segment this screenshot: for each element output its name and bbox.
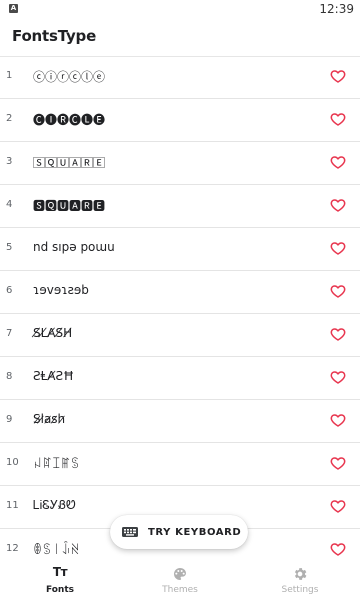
row-number: 1 xyxy=(6,70,13,81)
row-number: 6 xyxy=(6,285,13,296)
nav-settings[interactable]: Settings xyxy=(240,560,360,600)
app-bar: FontsType xyxy=(0,22,360,57)
font-sample: ꈤꍏꀤꂵꌗ xyxy=(33,457,80,471)
font-sample: 🅂🅀🅄🄰🅁🄴 xyxy=(33,156,106,170)
nav-settings-label: Settings xyxy=(281,585,319,595)
nav-fonts[interactable]: Tт Fonts xyxy=(0,560,120,600)
heart-icon[interactable] xyxy=(330,541,346,557)
row-number: 2 xyxy=(6,113,13,124)
font-sample: ꂦꌗ꒐ꀭꋊ xyxy=(33,543,80,557)
row-number: 3 xyxy=(6,156,13,167)
font-row[interactable]: 2 🅒🅘🅡🅒🅛🅔 xyxy=(0,99,360,142)
notification-icon: A xyxy=(9,4,18,13)
heart-icon[interactable] xyxy=(330,111,346,127)
font-row[interactable]: 10 ꈤꍏꀤꂵꌗ xyxy=(0,443,360,486)
font-list[interactable]: 1 ⓒⓘⓡⓒⓛⓔ 2 🅒🅘🅡🅒🅛🅔 3 🅂🅀🅄🄰🅁🄴 4 🆂🆀🆄🅰🆁🅴 5 nd… xyxy=(0,56,360,560)
row-number: 4 xyxy=(6,199,13,210)
heart-icon[interactable] xyxy=(330,412,346,428)
row-number: 7 xyxy=(6,328,13,339)
page-title: FontsType xyxy=(12,27,97,45)
heart-icon[interactable] xyxy=(330,68,346,84)
font-row[interactable]: 7 S̸L̸A̸S̸H̸ xyxy=(0,314,360,357)
font-sample: S̷l̷a̷s̷h̷ xyxy=(33,412,66,426)
font-row[interactable]: 3 🅂🅀🅄🄰🅁🄴 xyxy=(0,142,360,185)
nav-themes-label: Themes xyxy=(162,585,198,595)
status-bar: A 12:39 xyxy=(0,0,360,22)
font-sample: S̸L̸A̸S̸H̸ xyxy=(33,326,73,340)
font-sample: ɿɘvɘɿƨɘb xyxy=(33,283,89,297)
font-row[interactable]: 4 🆂🆀🆄🅰🆁🅴 xyxy=(0,185,360,228)
heart-icon[interactable] xyxy=(330,240,346,256)
heart-icon[interactable] xyxy=(330,369,346,385)
heart-icon[interactable] xyxy=(330,197,346,213)
font-row[interactable]: 9 S̷l̷a̷s̷h̷ xyxy=(0,400,360,443)
font-sample: nd sıpə poɯu xyxy=(33,240,115,254)
font-sample: 🆂🆀🆄🅰🆁🅴 xyxy=(33,199,106,213)
row-number: 10 xyxy=(6,457,19,468)
font-sample: ᏞᎥᏋᎩᏰᏬ xyxy=(33,498,76,512)
heart-icon[interactable] xyxy=(330,498,346,514)
heart-icon[interactable] xyxy=(330,455,346,471)
keyboard-icon xyxy=(122,527,138,537)
row-number: 12 xyxy=(6,543,19,554)
gear-icon xyxy=(292,566,308,582)
row-number: 11 xyxy=(6,500,19,511)
nav-fonts-label: Fonts xyxy=(45,585,75,595)
row-number: 8 xyxy=(6,371,13,382)
font-row[interactable]: 5 nd sıpə poɯu xyxy=(0,228,360,271)
font-sample: ⓒⓘⓡⓒⓛⓔ xyxy=(33,70,106,84)
font-row[interactable]: 1 ⓒⓘⓡⓒⓛⓔ xyxy=(0,56,360,99)
heart-icon[interactable] xyxy=(330,326,346,342)
font-row[interactable]: 8 ƧⱠȺƧĦ xyxy=(0,357,360,400)
try-keyboard-button[interactable]: TRY KEYBOARD xyxy=(110,515,248,549)
palette-icon xyxy=(172,566,188,582)
text-format-icon: Tт xyxy=(52,565,68,579)
row-number: 9 xyxy=(6,414,13,425)
font-sample: ƧⱠȺƧĦ xyxy=(33,369,75,383)
row-number: 5 xyxy=(6,242,13,253)
heart-icon[interactable] xyxy=(330,154,346,170)
font-row[interactable]: 6 ɿɘvɘɿƨɘb xyxy=(0,271,360,314)
status-time: 12:39 xyxy=(319,2,354,16)
font-sample: 🅒🅘🅡🅒🅛🅔 xyxy=(33,113,106,127)
heart-icon[interactable] xyxy=(330,283,346,299)
bottom-navigation: Tт Fonts Themes Settings xyxy=(0,560,360,600)
nav-themes[interactable]: Themes xyxy=(120,560,240,600)
try-keyboard-label: TRY KEYBOARD xyxy=(148,526,242,538)
